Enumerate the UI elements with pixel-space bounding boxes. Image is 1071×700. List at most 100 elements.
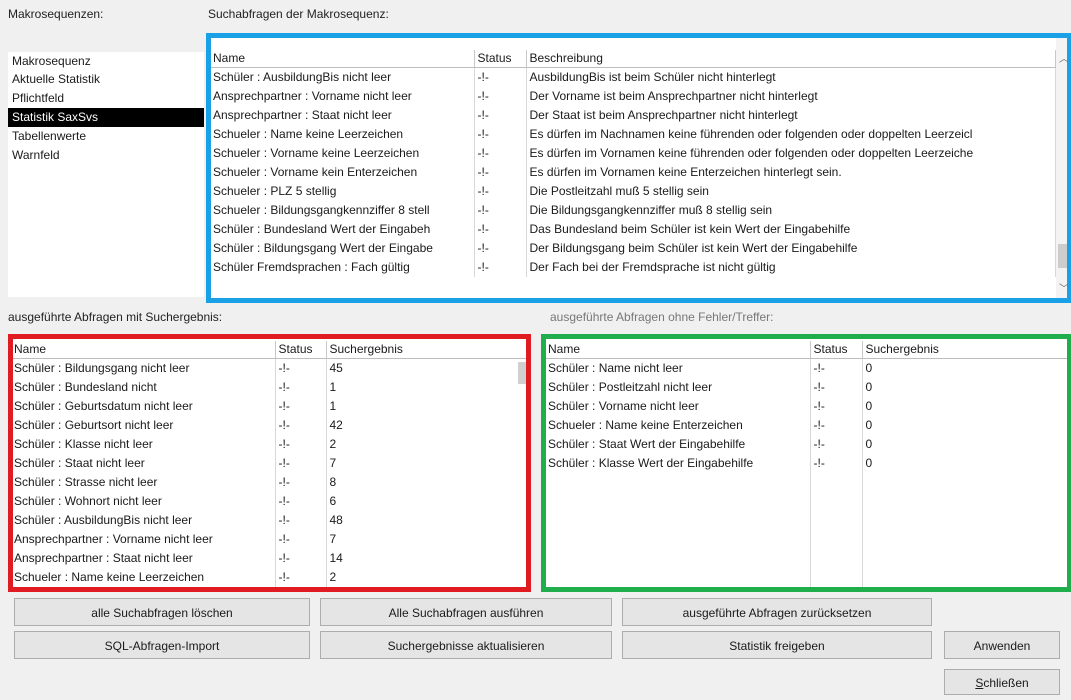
cell-name: Schueler : PLZ 5 stellig xyxy=(210,182,475,201)
cell-value: Das Bundesland beim Schüler ist kein Wer… xyxy=(526,220,1056,239)
cell-name: Schüler : Geburtsort nicht leer xyxy=(11,416,276,435)
cell-name: Ansprechpartner : Staat nicht leer xyxy=(11,549,276,568)
cell-name: Ansprechpartner : Vorname nicht leer xyxy=(11,530,276,549)
results-clean-table[interactable]: Name Status Suchergebnis Schüler : Name … xyxy=(545,337,1071,589)
query-row[interactable]: Ansprechpartner : Staat nicht leer -!- Der… xyxy=(210,106,1056,125)
clean-row[interactable]: Schüler : Name nicht leer -!- 0 xyxy=(545,358,1071,378)
clean-row[interactable]: Schüler : Klasse Wert der Eingabehilfe -!… xyxy=(545,454,1071,473)
hit-row[interactable]: Schüler : AusbildungBis nicht leer -!- 48 xyxy=(11,511,528,530)
query-row[interactable]: Schüler : AusbildungBis nicht leer -!- Aus… xyxy=(210,67,1056,87)
scroll-down-icon[interactable]: ﹀ xyxy=(1056,282,1071,298)
cell-name: Schüler : Postleitzahl nicht leer xyxy=(545,378,811,397)
hit-row[interactable]: Schüler : Geburtsdatum nicht leer -!- 1 xyxy=(11,397,528,416)
cell-value: 14 xyxy=(326,549,528,568)
cell-name: Ansprechpartner : Staat nicht leer xyxy=(210,106,475,125)
sequence-list-item[interactable]: Pflichtfeld xyxy=(8,89,204,108)
clean-row[interactable]: Schueler : Name keine Enterzeichen -!- 0 xyxy=(545,416,1071,435)
query-row[interactable]: Schüler : Bildungsgang Wert der Eingabe -… xyxy=(210,239,1056,258)
query-row[interactable]: Ansprechpartner : Vorname nicht leer -!- D… xyxy=(210,87,1056,106)
clean-col-name-header[interactable]: Name xyxy=(545,341,811,359)
results-hit-table[interactable]: Name Status Suchergebnis Schüler : Bildu… xyxy=(11,337,528,589)
hit-col-status-header[interactable]: Status xyxy=(275,341,327,359)
results-hit-scroll-thumb[interactable] xyxy=(518,362,528,384)
query-row[interactable]: Schüler Fremdsprachen : Fach gültig -!- De… xyxy=(210,258,1056,277)
cell-name: Ansprechpartner : Vorname nicht leer xyxy=(210,87,475,106)
cell-name: Schüler : Strasse nicht leer xyxy=(11,473,276,492)
close-label: chließen xyxy=(983,676,1029,690)
sequence-list-item[interactable]: Aktuelle Statistik xyxy=(8,70,204,89)
cell-status: -!- xyxy=(474,258,527,277)
query-row[interactable]: Schueler : Vorname kein Enterzeichen -!- E… xyxy=(210,163,1056,182)
cell-value: Der Fach bei der Fremdsprache ist nicht … xyxy=(526,258,1056,277)
cell-status: -!- xyxy=(275,492,327,511)
cell-status: -!- xyxy=(275,416,327,435)
cell-name: Schueler : Name keine Leerzeichen xyxy=(210,125,475,144)
clean-row[interactable]: Schüler : Postleitzahl nicht leer -!- 0 xyxy=(545,378,1071,397)
col-status-header[interactable]: Status xyxy=(474,50,527,68)
cell-value: 48 xyxy=(326,511,528,530)
query-row[interactable]: Schueler : PLZ 5 stellig -!- Die Postleitz… xyxy=(210,182,1056,201)
cell-name: Schüler : Bundesland nicht xyxy=(11,378,276,397)
sequence-list-item[interactable]: Warnfeld xyxy=(8,146,204,165)
hit-col-name-header[interactable]: Name xyxy=(11,341,276,359)
hit-row[interactable]: Schüler : Wohnort nicht leer -!- 6 xyxy=(11,492,528,511)
reset-executed-queries-button[interactable]: ausgeführte Abfragen zurücksetzen xyxy=(622,598,932,626)
col-beschreibung-header[interactable]: Beschreibung xyxy=(526,50,1056,68)
cell-status: -!- xyxy=(474,87,527,106)
hit-row[interactable]: Ansprechpartner : Vorname nicht leer -!- 7 xyxy=(11,530,528,549)
cell-name: Schüler : Vorname nicht leer xyxy=(545,397,811,416)
ohne-fehler-label: ausgeführte Abfragen ohne Fehler/Treffer… xyxy=(550,310,774,324)
sequence-list-item[interactable]: Statistik SaxSvs xyxy=(8,108,204,127)
sql-import-button[interactable]: SQL-Abfragen-Import xyxy=(14,631,310,659)
scroll-thumb[interactable] xyxy=(1058,244,1070,268)
cell-name: Schüler : Geburtsdatum nicht leer xyxy=(11,397,276,416)
cell-name: Schueler : Vorname keine Leerzeichen xyxy=(210,144,475,163)
clean-row[interactable]: Schüler : Vorname nicht leer -!- 0 xyxy=(545,397,1071,416)
hit-row[interactable]: Ansprechpartner : Staat nicht leer -!- 14 xyxy=(11,549,528,568)
cell-value: 2 xyxy=(326,435,528,454)
scroll-up-icon[interactable]: ︿ xyxy=(1056,52,1071,68)
cell-status: -!- xyxy=(474,144,527,163)
cell-value: 7 xyxy=(326,454,528,473)
cell-name: Schüler : Staat Wert der Eingabehilfe xyxy=(545,435,811,454)
hit-row[interactable]: Schüler : Geburtsort nicht leer -!- 42 xyxy=(11,416,528,435)
queries-scrollbar[interactable]: ︿ ﹀ xyxy=(1056,36,1071,298)
hit-row[interactable]: Schüler : Klasse nicht leer -!- 2 xyxy=(11,435,528,454)
hit-row[interactable]: Schueler : Name keine Leerzeichen -!- 2 xyxy=(11,568,528,587)
cell-status: -!- xyxy=(275,435,327,454)
hit-row[interactable]: Schüler : Bildungsgang nicht leer -!- 45 xyxy=(11,358,528,378)
refresh-results-button[interactable]: Suchergebnisse aktualisieren xyxy=(320,631,612,659)
cell-value: Es dürfen im Vornamen keine führenden od… xyxy=(526,144,1056,163)
cell-name: Schueler : Vorname kein Enterzeichen xyxy=(210,163,475,182)
empty-cell xyxy=(810,473,863,589)
cell-value: Die Postleitzahl muß 5 stellig sein xyxy=(526,182,1056,201)
clean-row[interactable]: Schüler : Staat Wert der Eingabehilfe -!-… xyxy=(545,435,1071,454)
query-row[interactable]: Schueler : Name keine Leerzeichen -!- Es d… xyxy=(210,125,1056,144)
release-statistics-button[interactable]: Statistik freigeben xyxy=(622,631,932,659)
cell-status: -!- xyxy=(275,511,327,530)
col-name-header[interactable]: Name xyxy=(210,50,475,68)
cell-name: Schüler : Bildungsgang nicht leer xyxy=(11,358,276,378)
sequence-list-header: Makrosequenz xyxy=(12,54,91,68)
hit-row[interactable]: Schüler : Staat nicht leer -!- 7 xyxy=(11,454,528,473)
cell-status: -!- xyxy=(474,163,527,182)
run-all-queries-button[interactable]: Alle Suchabfragen ausführen xyxy=(320,598,612,626)
hit-row[interactable]: Schüler : Strasse nicht leer -!- 8 xyxy=(11,473,528,492)
apply-button[interactable]: Anwenden xyxy=(944,631,1060,659)
query-row[interactable]: Schüler : Bundesland Wert der Eingabeh -!… xyxy=(210,220,1056,239)
query-row[interactable]: Schueler : Bildungsgangkennziffer 8 stel… xyxy=(210,201,1056,220)
sequence-list-item[interactable]: Tabellenwerte xyxy=(8,127,204,146)
clean-col-status-header[interactable]: Status xyxy=(810,341,863,359)
results-clean-grid: Name Status Suchergebnis Schüler : Name … xyxy=(545,341,1071,589)
close-button[interactable]: Schließen xyxy=(944,669,1060,695)
hit-col-ergebnis-header[interactable]: Suchergebnis xyxy=(326,341,528,359)
cell-value: Die Bildungsgangkennziffer muß 8 stellig… xyxy=(526,201,1056,220)
delete-all-queries-button[interactable]: alle Suchabfragen löschen xyxy=(14,598,310,626)
hit-row[interactable]: Schüler : Bundesland nicht -!- 1 xyxy=(11,378,528,397)
queries-table[interactable]: Name Status Beschreibung Schüler : Ausbi… xyxy=(210,36,1071,298)
sequence-list[interactable]: Makrosequenz Aktuelle Statistik Pflichtfe… xyxy=(8,52,204,297)
mit-suchergebnis-label: ausgeführte Abfragen mit Suchergebnis: xyxy=(8,310,223,324)
clean-col-ergebnis-header[interactable]: Suchergebnis xyxy=(862,341,1071,359)
cell-value: 0 xyxy=(862,416,1071,435)
query-row[interactable]: Schueler : Vorname keine Leerzeichen -!- E… xyxy=(210,144,1056,163)
